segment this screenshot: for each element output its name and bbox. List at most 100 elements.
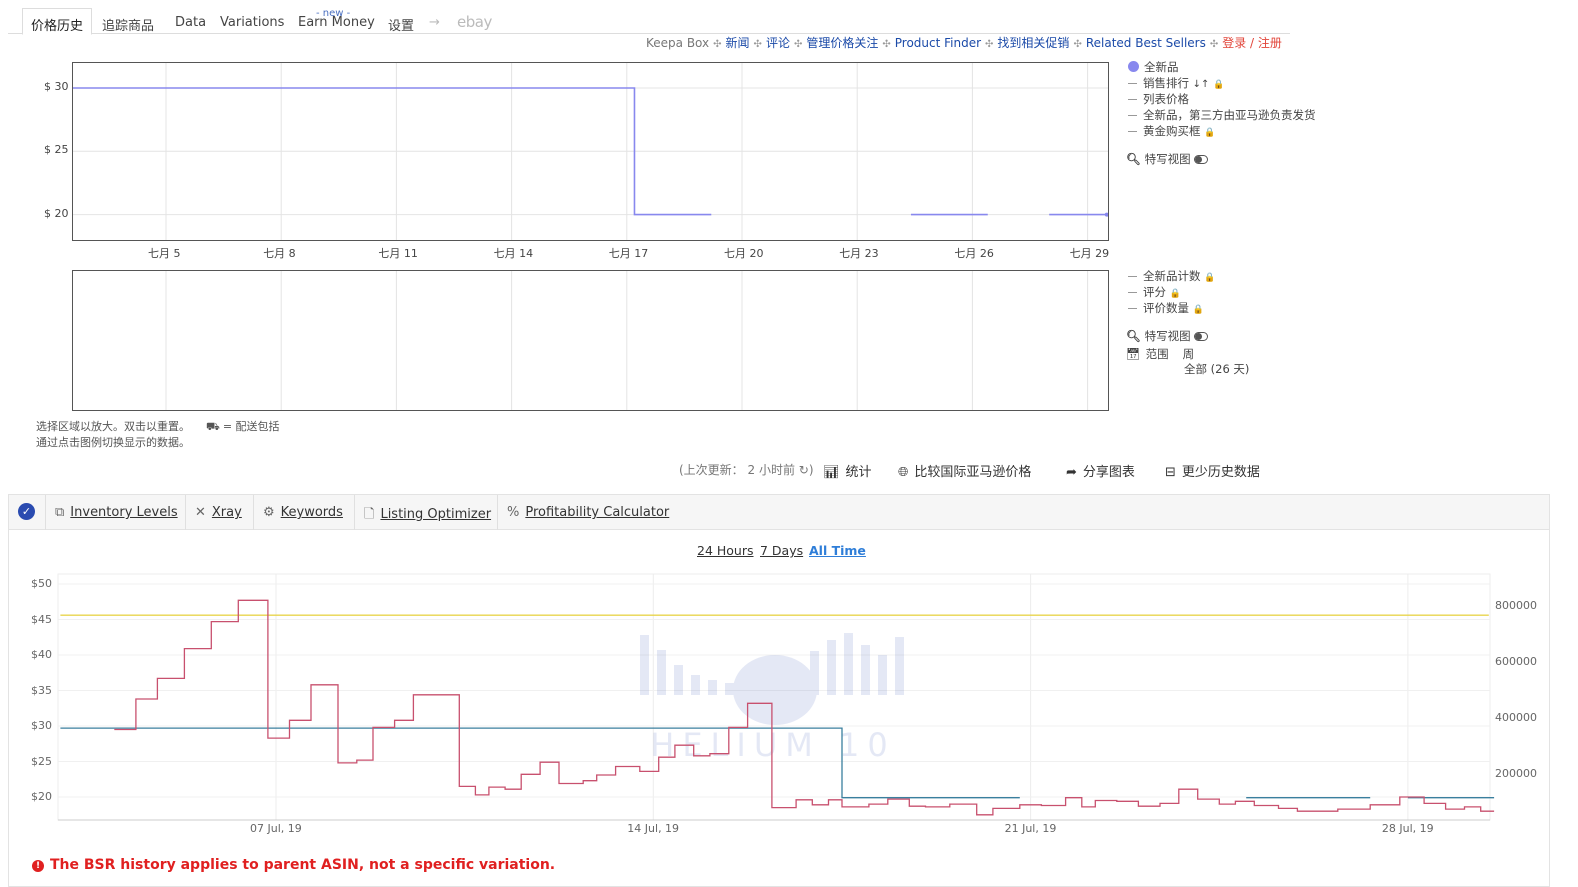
y-tick-label: $ 25 xyxy=(44,143,69,157)
toggle-icon[interactable] xyxy=(1194,155,1209,164)
x-icon: ✕ xyxy=(195,505,206,520)
tab-listing-optimizer[interactable]: 🗋 Listing Optimizer xyxy=(364,505,491,527)
tab-inventory-levels[interactable]: ⧉ Inventory Levels xyxy=(55,505,178,520)
dot-icon xyxy=(1128,61,1139,72)
link-reviews[interactable]: 评论 xyxy=(766,34,790,51)
lock-icon: 🔒 xyxy=(1204,128,1216,138)
compare-label: 比较国际亚马逊价格 xyxy=(914,465,1032,480)
link-related-best-sellers[interactable]: Related Best Sellers xyxy=(1086,36,1206,50)
refresh-icon[interactable]: ↻ xyxy=(799,463,809,477)
profitability-calculator-label: Profitability Calculator xyxy=(525,505,670,520)
legend-review-count[interactable]: 评价数量 🔒 xyxy=(1128,300,1204,316)
listing-optimizer-label: Listing Optimizer xyxy=(380,507,492,522)
separator-icon: ✣ xyxy=(882,39,891,50)
last-update: (上次更新： 2 小时前 ↻) xyxy=(679,463,814,477)
closeup-toggle-2[interactable]: 🔍︎ 特写视图 xyxy=(1126,328,1209,344)
divider xyxy=(354,495,355,530)
y-left-tick-label: $30 xyxy=(31,719,52,732)
tab-keywords[interactable]: ⚙ Keywords xyxy=(263,505,343,520)
legend-review-count-label: 评价数量 xyxy=(1143,301,1189,315)
dash-icon xyxy=(1128,99,1137,100)
y-left-tick-label: $25 xyxy=(31,754,52,768)
tab-settings[interactable]: 设置 xyxy=(388,15,414,34)
divider xyxy=(497,495,498,530)
link-keepa-box[interactable]: Keepa Box xyxy=(646,36,709,50)
tab-price-history[interactable]: 价格历史 xyxy=(22,8,93,35)
dash-icon xyxy=(1128,83,1137,84)
legend-rating[interactable]: 评分 🔒 xyxy=(1128,284,1181,300)
x-tick-label: 07 Jul, 19 xyxy=(250,822,302,835)
stats-button[interactable]: 📊︎ 统计 xyxy=(823,461,872,480)
x-tick-label: 七月 29 xyxy=(1069,247,1110,260)
range-label: 范围 xyxy=(1145,347,1169,361)
link-login-register[interactable]: 登录 / 注册 xyxy=(1222,34,1282,51)
toggle-icon[interactable] xyxy=(1194,332,1209,341)
y-left-tick-label: $40 xyxy=(31,648,52,661)
share-label: 分享图表 xyxy=(1082,465,1135,480)
compare-button[interactable]: 🌐︎ 比较国际亚马逊价格 xyxy=(898,461,1031,480)
last-update-text: (上次更新： 2 小时前 xyxy=(679,463,795,477)
ebay-link[interactable]: ebay xyxy=(457,13,492,31)
tab-profitability-calculator[interactable]: % Profitability Calculator xyxy=(507,505,669,520)
keepa-secondary-chart-svg[interactable] xyxy=(73,271,1108,410)
link-find-deals[interactable]: 找到相关促销 xyxy=(997,34,1069,51)
legend-buy-box-label: 黄金购买框 xyxy=(1143,124,1201,138)
legend-fba[interactable]: 全新品，第三方由亚马逊负责发货 xyxy=(1128,107,1318,123)
separator-icon: ✣ xyxy=(753,39,762,50)
tab-tracked-products[interactable]: 追踪商品 xyxy=(102,15,154,34)
arrow-icon: → xyxy=(429,15,440,30)
legend-sales-rank[interactable]: 销售排行 ↓↑ 🔒 xyxy=(1128,75,1224,91)
tab-earn-money[interactable]: Earn Money xyxy=(298,15,375,30)
y-tick-label: $ 30 xyxy=(44,80,69,93)
magnifier-icon: 🔍︎ xyxy=(1126,329,1141,343)
tab-data[interactable]: Data xyxy=(175,15,206,30)
range-all-time[interactable]: All Time xyxy=(809,543,866,558)
gear-icon: ⚙ xyxy=(263,505,275,520)
closeup-toggle[interactable]: 🔍︎ 特写视图 xyxy=(1126,151,1209,167)
legend-fba-label: 全新品，第三方由亚马逊负责发货 xyxy=(1143,108,1316,122)
legend-new-label: 全新品 xyxy=(1144,60,1179,74)
keepa-price-chart[interactable] xyxy=(72,62,1109,241)
share-button[interactable]: ➦ 分享图表 xyxy=(1066,461,1135,480)
range-selector: 📅︎ 范围周 xyxy=(1126,346,1194,362)
truck-icon: ⛟ xyxy=(206,420,220,433)
helium10-toolbar: ✓ ⧉ Inventory Levels ✕ Xray ⚙ Keywords 🗋 Lis… xyxy=(9,495,1549,530)
legend-list-price[interactable]: 列表价格 xyxy=(1128,91,1189,107)
x-tick-label: 七月 11 xyxy=(378,247,418,260)
tab-xray[interactable]: ✕ Xray xyxy=(195,505,242,520)
range-24-hours[interactable]: 24 Hours xyxy=(697,543,754,558)
tab-variations[interactable]: Variations xyxy=(220,15,284,30)
stats-label: 统计 xyxy=(845,465,872,480)
link-product-finder[interactable]: Product Finder xyxy=(895,36,981,50)
magnifier-icon: 🔍︎ xyxy=(1126,152,1141,166)
closeup-label-2: 特写视图 xyxy=(1144,329,1191,343)
range-week[interactable]: 周 xyxy=(1183,347,1195,361)
separator-icon: ✣ xyxy=(713,39,722,50)
link-manage-alerts[interactable]: 管理价格关注 xyxy=(806,34,878,51)
legend-new-count[interactable]: 全新品计数 🔒 xyxy=(1128,268,1215,284)
dash-icon xyxy=(1128,308,1137,309)
less-history-button[interactable]: ⊟ 更少历史数据 xyxy=(1165,461,1260,480)
divider xyxy=(253,495,254,530)
xray-label: Xray xyxy=(211,505,242,520)
x-tick-label: 七月 23 xyxy=(839,247,879,260)
range-all[interactable]: 全部 (26 天) xyxy=(1184,361,1249,377)
legend-hint: 通过点击图例切换显示的数据。 xyxy=(36,436,190,449)
x-tick-label: 28 Jul, 19 xyxy=(1381,822,1434,835)
keepa-price-chart-svg[interactable] xyxy=(73,63,1108,240)
separator-icon: ✣ xyxy=(1209,39,1219,50)
document-icon: 🗋 xyxy=(364,507,375,522)
link-news[interactable]: 新闻 xyxy=(726,34,750,51)
closeup-label: 特写视图 xyxy=(1144,152,1191,166)
keepa-secondary-chart[interactable] xyxy=(72,270,1109,411)
x-tick-label: 21 Jul, 19 xyxy=(1004,822,1057,835)
legend-new[interactable]: 全新品 xyxy=(1128,59,1179,75)
legend-buy-box[interactable]: 黄金购买框 🔒 xyxy=(1128,123,1215,139)
x-tick-label: 七月 14 xyxy=(493,247,534,260)
range-7-days[interactable]: 7 Days xyxy=(760,543,803,558)
x-tick-label: 七月 5 xyxy=(148,247,181,260)
y-right-tick-label: 400000 xyxy=(1495,711,1537,724)
lock-icon: 🔒 xyxy=(1169,289,1181,299)
helium10-logo-icon[interactable]: ✓ xyxy=(18,503,35,520)
separator-icon: ✣ xyxy=(1073,39,1082,50)
